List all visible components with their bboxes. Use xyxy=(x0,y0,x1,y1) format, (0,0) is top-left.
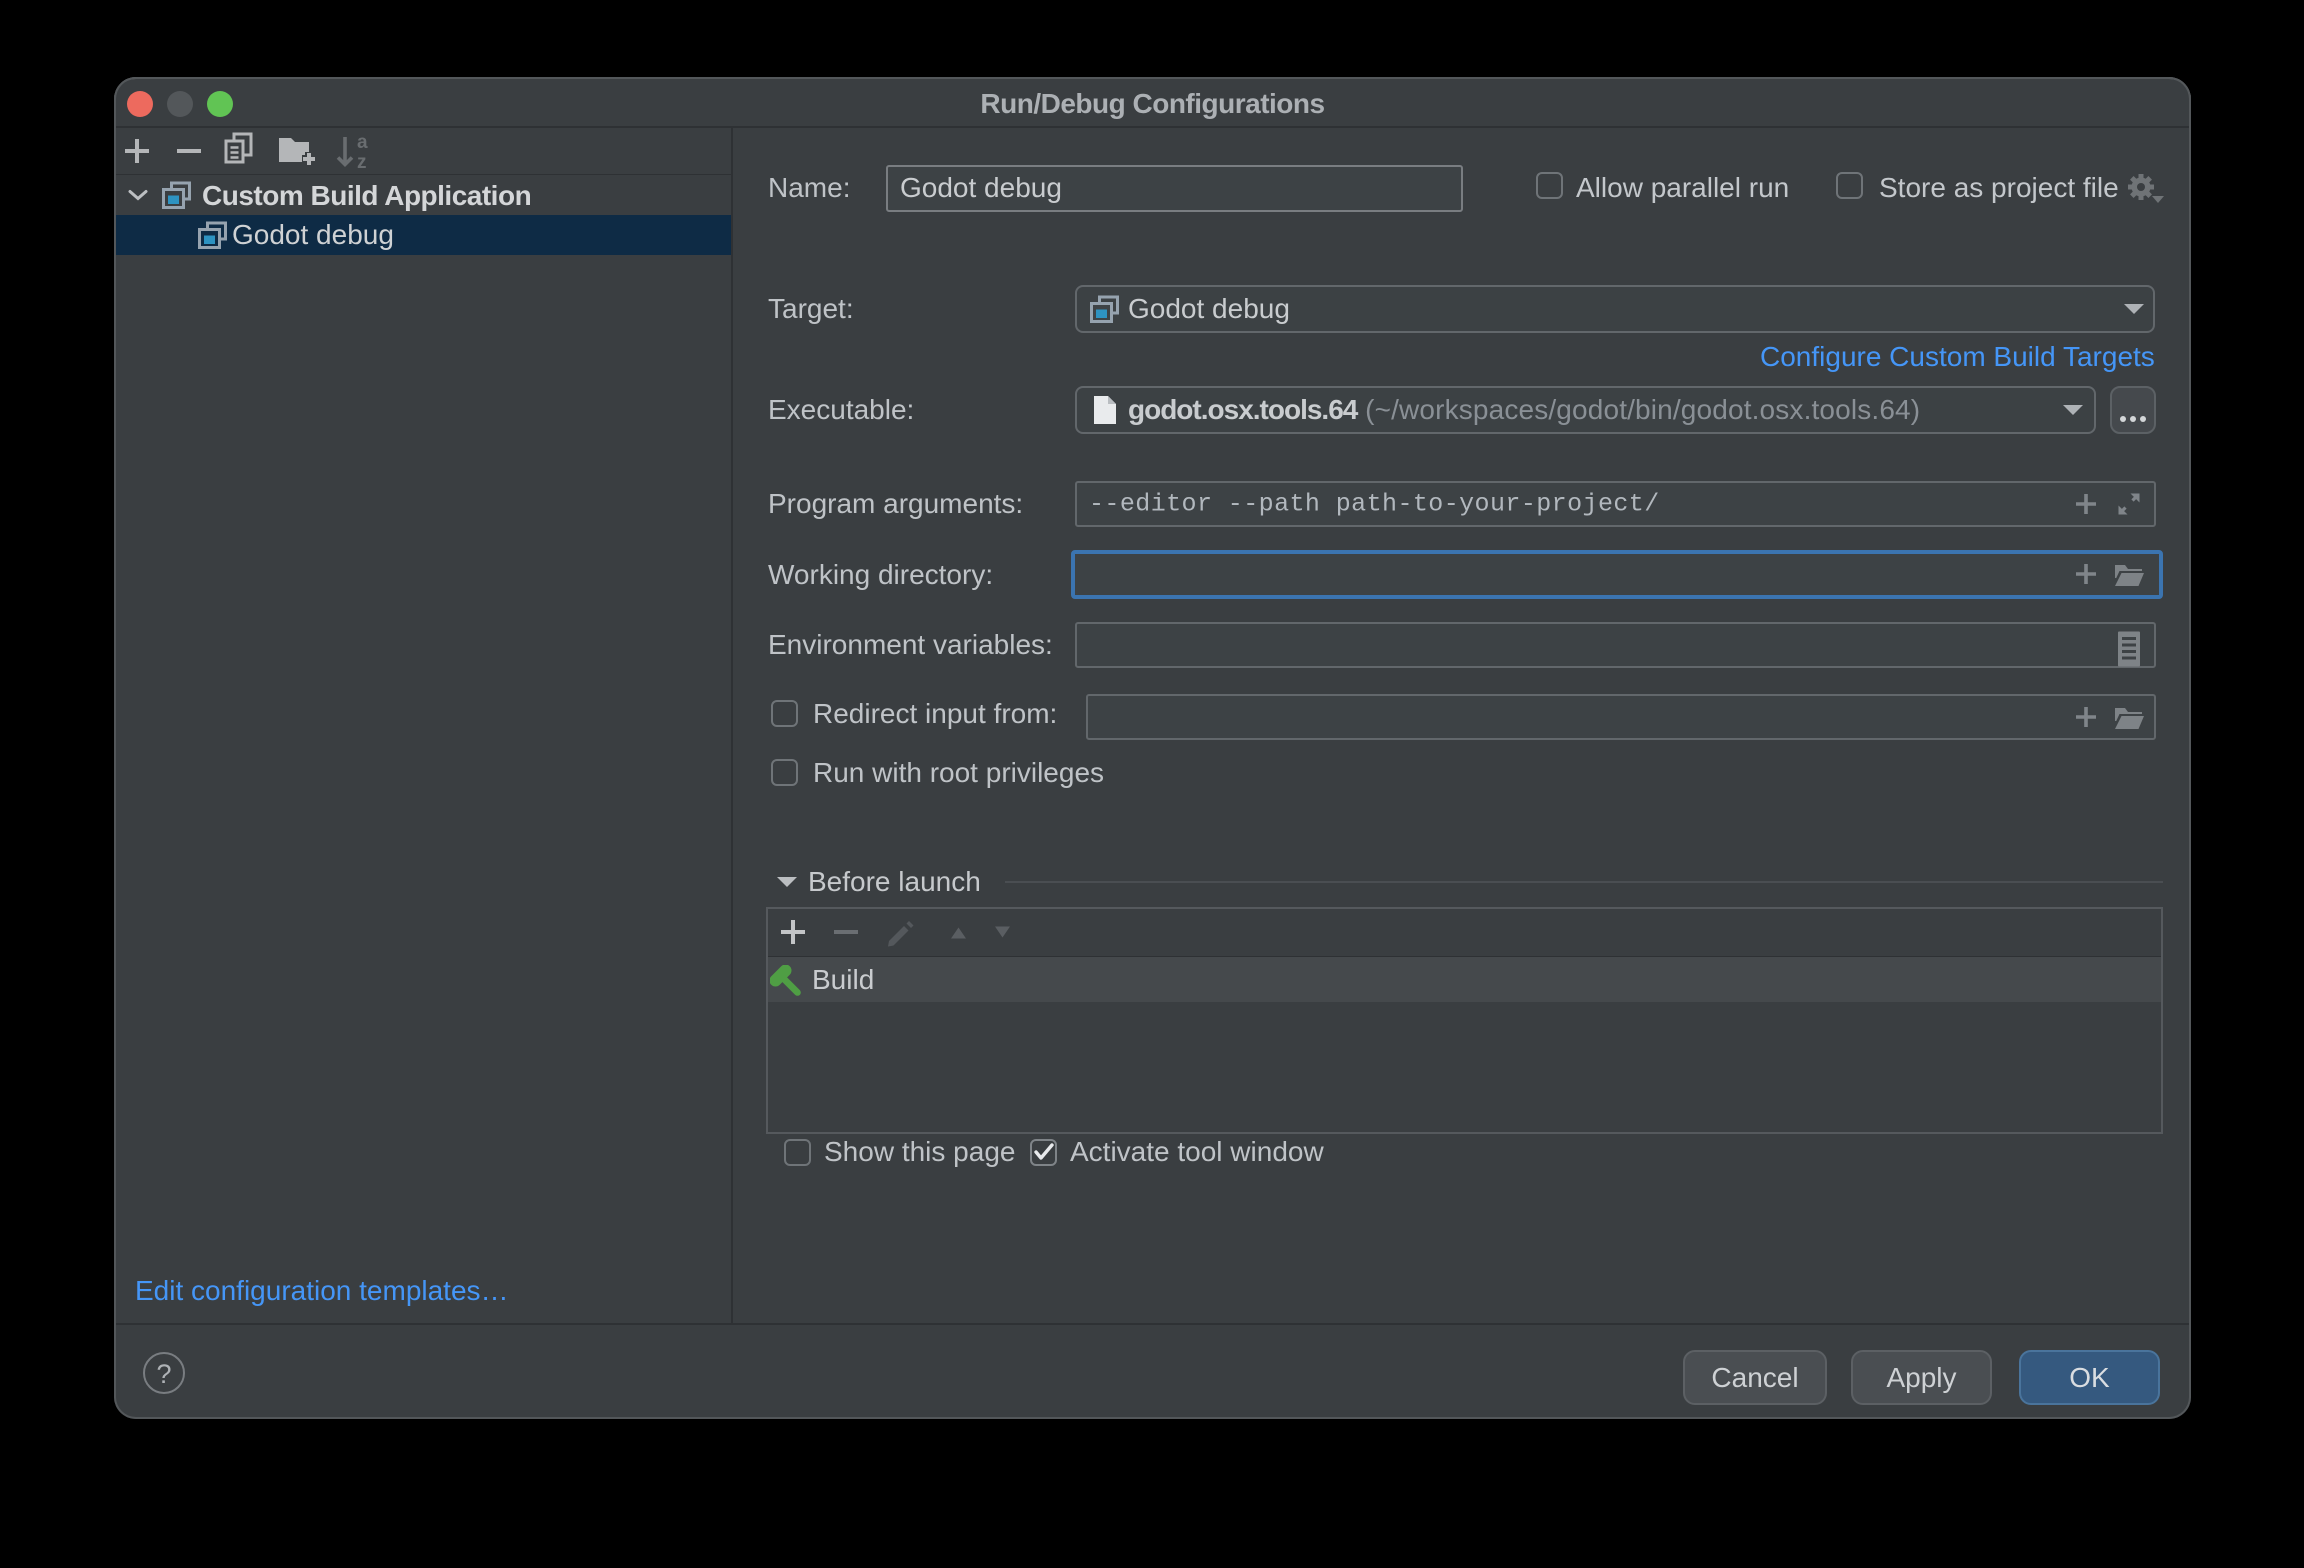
svg-text:a: a xyxy=(357,132,368,153)
svg-text:z: z xyxy=(357,152,367,173)
